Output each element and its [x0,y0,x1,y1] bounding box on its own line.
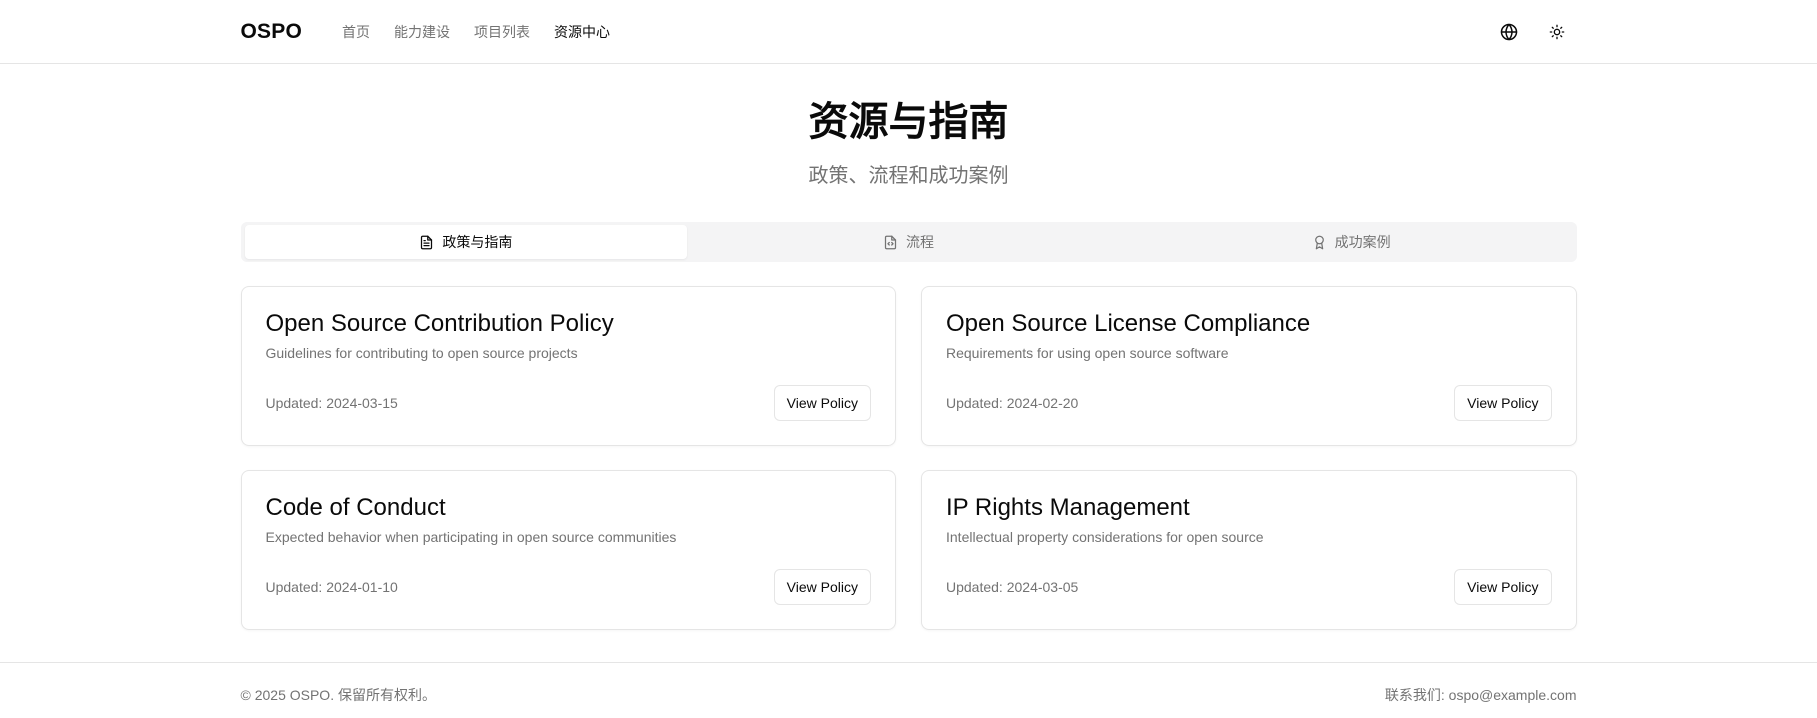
tab-success-stories[interactable]: 成功案例 [1130,225,1573,259]
card-title: IP Rights Management [946,494,1190,521]
resource-tabs: 政策与指南 流程 成功案例 [240,222,1577,262]
tab-policies[interactable]: 政策与指南 [244,225,688,259]
site-header: OSPO 首页 能力建设 项目列表 资源中心 [0,0,1817,64]
globe-icon [1500,23,1517,40]
card-description: Expected behavior when participating in … [265,529,677,545]
tab-processes-label: 流程 [906,234,934,250]
sun-icon [1549,24,1564,39]
main-content: 资源与指南 政策、流程和成功案例 政策与指南 流程 成功案例 Open Sour… [240,64,1577,630]
card-description: Intellectual property considerations for… [946,529,1264,545]
card-description: Guidelines for contributing to open sour… [265,345,578,361]
award-icon [1314,235,1324,249]
view-policy-button[interactable]: View Policy [773,569,871,605]
policy-card: IP Rights Management Intellectual proper… [921,470,1577,630]
main-nav: 首页 能力建设 项目列表 资源中心 [342,22,610,42]
view-policy-button[interactable]: View Policy [1454,385,1552,421]
contact-text: 联系我们: ospo@example.com [1384,687,1577,703]
copyright-text: © 2025 OSPO. 保留所有权利。 [240,687,436,703]
nav-item-projects[interactable]: 项目列表 [474,22,530,42]
tab-policies-label: 政策与指南 [442,234,513,250]
view-policy-button[interactable]: View Policy [1454,569,1552,605]
card-title: Open Source License Compliance [946,310,1311,337]
nav-item-resources[interactable]: 资源中心 [554,22,610,42]
hero: 资源与指南 政策、流程和成功案例 [241,64,1577,190]
policy-card: Open Source License Compliance Requireme… [921,286,1577,446]
theme-toggle-button[interactable] [1545,20,1569,44]
file-text-icon [421,235,433,249]
view-policy-button[interactable]: View Policy [773,385,871,421]
nav-item-capability[interactable]: 能力建设 [394,22,450,42]
policy-card: Code of Conduct Expected behavior when p… [240,470,896,630]
file-code-icon [884,235,897,249]
card-description: Requirements for using open source softw… [946,345,1229,361]
site-footer: © 2025 OSPO. 保留所有权利。 联系我们: ospo@example.… [0,662,1817,718]
policy-card: Open Source Contribution Policy Guidelin… [240,286,896,446]
logo[interactable]: OSPO [241,20,302,44]
card-updated-date: Updated: 2024-02-20 [946,395,1079,411]
policy-grid: Open Source Contribution Policy Guidelin… [240,286,1577,630]
tab-success-stories-label: 成功案例 [1334,234,1391,250]
page-subtitle: 政策、流程和成功案例 [808,165,1009,187]
nav-item-home[interactable]: 首页 [342,22,370,42]
card-title: Code of Conduct [265,494,446,521]
card-title: Open Source Contribution Policy [265,310,614,337]
tab-processes[interactable]: 流程 [687,225,1130,259]
card-updated-date: Updated: 2024-03-05 [946,579,1079,595]
card-updated-date: Updated: 2024-01-10 [265,579,398,595]
card-updated-date: Updated: 2024-03-15 [265,395,398,411]
page-title: 资源与指南 [808,100,1009,144]
language-button[interactable] [1497,20,1521,44]
